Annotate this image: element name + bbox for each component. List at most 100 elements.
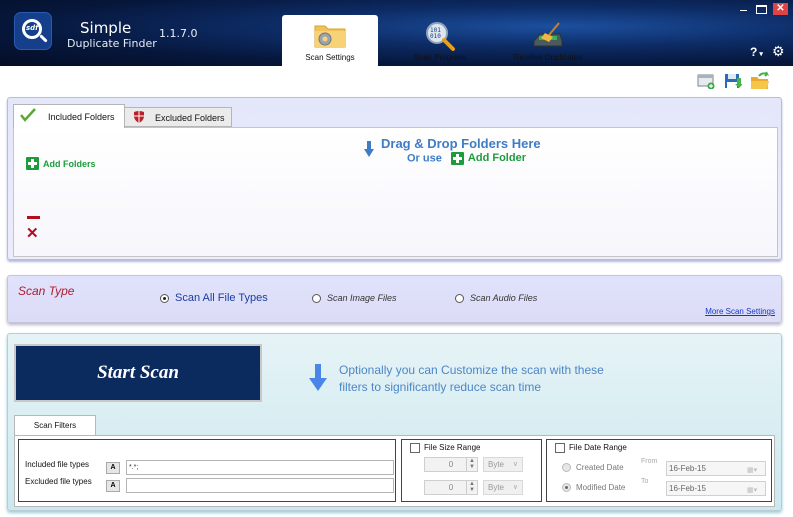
help-icon: ?: [750, 45, 758, 59]
close-button[interactable]: ✕: [773, 3, 788, 15]
from-label: From: [641, 458, 658, 465]
arrow-down-icon: [364, 141, 374, 157]
app-window: sdf Simple Duplicate Finder 1.1.7.0 Scan…: [0, 0, 793, 517]
more-scan-settings-link[interactable]: More Scan Settings: [705, 307, 775, 316]
app-subtitle: Duplicate Finder: [67, 37, 157, 50]
new-window-icon[interactable]: [697, 73, 715, 89]
max-size-value: 0: [448, 483, 454, 492]
open-folder-icon[interactable]: [750, 71, 770, 90]
tab-label: Scan Progress: [413, 53, 467, 62]
settings-button[interactable]: ⚙: [772, 43, 785, 60]
tab-label: Excluded Folders: [155, 113, 225, 123]
min-size-stepper[interactable]: 0 ▲ ▼: [424, 457, 478, 472]
minimize-button[interactable]: [736, 4, 750, 15]
gear-icon: ⚙: [772, 43, 785, 59]
header-bar: sdf Simple Duplicate Finder 1.1.7.0 Scan…: [0, 0, 793, 66]
stepper-arrows-icon[interactable]: ▲ ▼: [466, 458, 477, 471]
tab-label: Included Folders: [48, 112, 115, 122]
save-icon[interactable]: [724, 73, 742, 89]
arrow-down-icon: [309, 364, 327, 391]
plus-icon: [26, 157, 39, 170]
remove-folder-button[interactable]: [27, 216, 40, 219]
hint-line-2: filters to significantly reduce scan tim…: [339, 380, 542, 394]
add-folder-link[interactable]: Add Folder: [445, 152, 526, 165]
max-unit-value: Byte: [488, 483, 505, 492]
shield-icon: [134, 111, 144, 123]
excluded-a-button[interactable]: A: [106, 480, 120, 492]
scan-type-panel: Scan Type Scan All File Types Scan Image…: [7, 275, 782, 323]
radio-scan-all-file-types[interactable]: Scan All File Types: [160, 292, 268, 304]
min-size-unit-dropdown[interactable]: Byte ∨: [483, 457, 523, 472]
from-date-value: 16-Feb-15: [669, 464, 706, 473]
folders-panel: Included Folders Excluded Folders Add Fo…: [7, 97, 782, 260]
tab-excluded-folders[interactable]: Excluded Folders: [124, 107, 232, 127]
tab-scan-progress[interactable]: 101 010 Scan Progress: [392, 15, 488, 66]
created-date-radio[interactable]: [562, 463, 571, 472]
included-file-types-input[interactable]: *.*;: [126, 460, 394, 475]
radio-icon: [455, 293, 464, 303]
min-unit-value: Byte: [488, 460, 505, 469]
modified-date-label: Modified Date: [576, 483, 626, 492]
file-size-range-label: File Size Range: [424, 443, 481, 452]
radio-selected-icon: [160, 293, 169, 303]
folder-gear-icon: [314, 25, 346, 48]
from-date-picker[interactable]: 16-Feb-15 ▦▾: [666, 461, 766, 476]
file-date-range-label: File Date Range: [569, 443, 627, 452]
add-folders-button[interactable]: Add Folders: [26, 157, 96, 170]
max-size-unit-dropdown[interactable]: Byte ∨: [483, 480, 523, 495]
calendar-icon[interactable]: ▦▾: [747, 464, 763, 474]
maximize-button[interactable]: [756, 4, 767, 14]
tab-included-folders[interactable]: Included Folders: [13, 104, 125, 128]
app-version: 1.1.7.0: [159, 27, 198, 40]
scan-filters-body: Included file types A *.*; Excluded file…: [14, 435, 775, 507]
included-a-button[interactable]: A: [106, 462, 120, 474]
stepper-arrows-icon[interactable]: ▲ ▼: [466, 481, 477, 494]
svg-text:010: 010: [430, 33, 441, 40]
tab-scan-settings[interactable]: Scan Settings: [282, 15, 378, 66]
drive-broom-icon: [533, 22, 563, 47]
radio-scan-audio-files[interactable]: Scan Audio Files: [455, 293, 537, 303]
to-label: To: [641, 478, 649, 485]
file-date-range-checkbox[interactable]: [555, 443, 565, 453]
or-use-text: Or use: [407, 152, 442, 165]
checkmark-icon: [20, 108, 36, 122]
min-size-value: 0: [448, 460, 454, 469]
scan-panel: Start Scan Optionally you can Customize …: [7, 333, 782, 511]
file-types-group: Included file types A *.*; Excluded file…: [18, 439, 396, 502]
filter-hint-text: Optionally you can Customize the scan wi…: [339, 362, 639, 396]
clear-folders-button[interactable]: ✕: [26, 226, 39, 241]
start-scan-button[interactable]: Start Scan: [14, 344, 262, 402]
drop-hint-subtitle: Or use Add Folder: [407, 152, 526, 165]
app-logo-icon: sdf: [14, 12, 52, 50]
tab-label: Scan Settings: [305, 53, 355, 62]
to-date-picker[interactable]: 16-Feb-15 ▦▾: [666, 481, 766, 496]
plus-icon: [450, 152, 464, 165]
help-button[interactable]: ? ▾: [750, 45, 763, 59]
max-size-stepper[interactable]: 0 ▲ ▼: [424, 480, 478, 495]
excluded-file-types-input[interactable]: [126, 478, 394, 493]
created-date-label: Created Date: [576, 463, 624, 472]
file-size-range-checkbox[interactable]: [410, 443, 420, 453]
drop-hint-title: Drag & Drop Folders Here: [381, 136, 541, 151]
file-date-range-group: File Date Range Created Date From 16-Feb…: [546, 439, 772, 502]
window-controls: ✕: [736, 3, 788, 15]
binary-magnifier-icon: 101 010: [426, 22, 455, 51]
chevron-down-icon: ∨: [512, 484, 518, 491]
excluded-file-types-label: Excluded file types: [25, 477, 92, 486]
radio-scan-image-files[interactable]: Scan Image Files: [312, 293, 397, 303]
tab-label: Resolve Duplicates: [513, 53, 583, 62]
included-file-types-label: Included file types: [25, 460, 90, 469]
hint-line-1: Optionally you can Customize the scan wi…: [339, 363, 604, 377]
modified-date-radio[interactable]: [562, 483, 571, 492]
to-date-value: 16-Feb-15: [669, 484, 706, 493]
tab-resolve-duplicates[interactable]: Resolve Duplicates: [503, 15, 593, 66]
folders-drop-area[interactable]: Add Folders ✕ Drag & Drop Folders Here O…: [13, 127, 778, 257]
app-title: Simple: [80, 19, 132, 37]
chevron-down-icon: ∨: [512, 461, 518, 468]
scan-type-title: Scan Type: [18, 284, 75, 298]
chevron-down-icon: ▾: [759, 51, 763, 58]
radio-icon: [312, 293, 321, 303]
calendar-icon[interactable]: ▦▾: [747, 484, 763, 494]
tab-scan-filters[interactable]: Scan Filters: [14, 415, 96, 436]
file-size-range-group: File Size Range 0 ▲ ▼ Byte ∨ 0 ▲ ▼ Byte ∨: [401, 439, 542, 502]
